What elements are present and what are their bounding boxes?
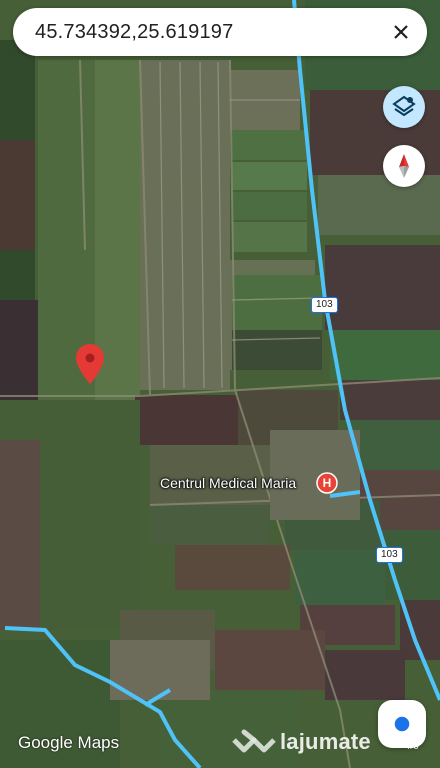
field [330,330,440,380]
location-pin-icon[interactable] [76,344,104,384]
field [150,505,270,545]
residential-area [140,60,230,390]
search-query[interactable]: 45.734392,25.619197 [35,21,233,44]
field [135,395,240,445]
watermark-logo-icon [232,729,276,753]
field [232,162,307,190]
watermark-brand: lajumate [280,729,371,754]
layers-icon [392,95,416,117]
watermark-suffix: .ro [407,741,419,752]
layers-button[interactable] [383,86,425,128]
satellite-map[interactable] [0,0,440,768]
field [232,330,322,370]
field [232,130,307,160]
hospital-icon-letter: H [323,476,332,490]
field [0,300,38,400]
field [232,222,307,252]
compass-icon [399,154,409,178]
field [175,545,290,590]
field [0,140,35,250]
field [295,550,385,605]
close-icon[interactable] [385,16,417,48]
field [325,245,440,330]
field [232,275,322,330]
google-maps-logo: Google Maps [18,733,120,752]
compass-button[interactable] [383,145,425,187]
field [0,440,40,630]
field [215,630,325,690]
road-shield-103: 103 [376,547,403,563]
field [325,650,405,700]
hospital-icon[interactable]: H [316,472,338,494]
field [232,192,307,220]
field [340,380,440,420]
search-bar[interactable]: 45.734392,25.619197 [13,8,427,56]
road-shield-103: 103 [311,297,338,313]
poi-label[interactable]: Centrul Medical Maria [160,475,296,491]
